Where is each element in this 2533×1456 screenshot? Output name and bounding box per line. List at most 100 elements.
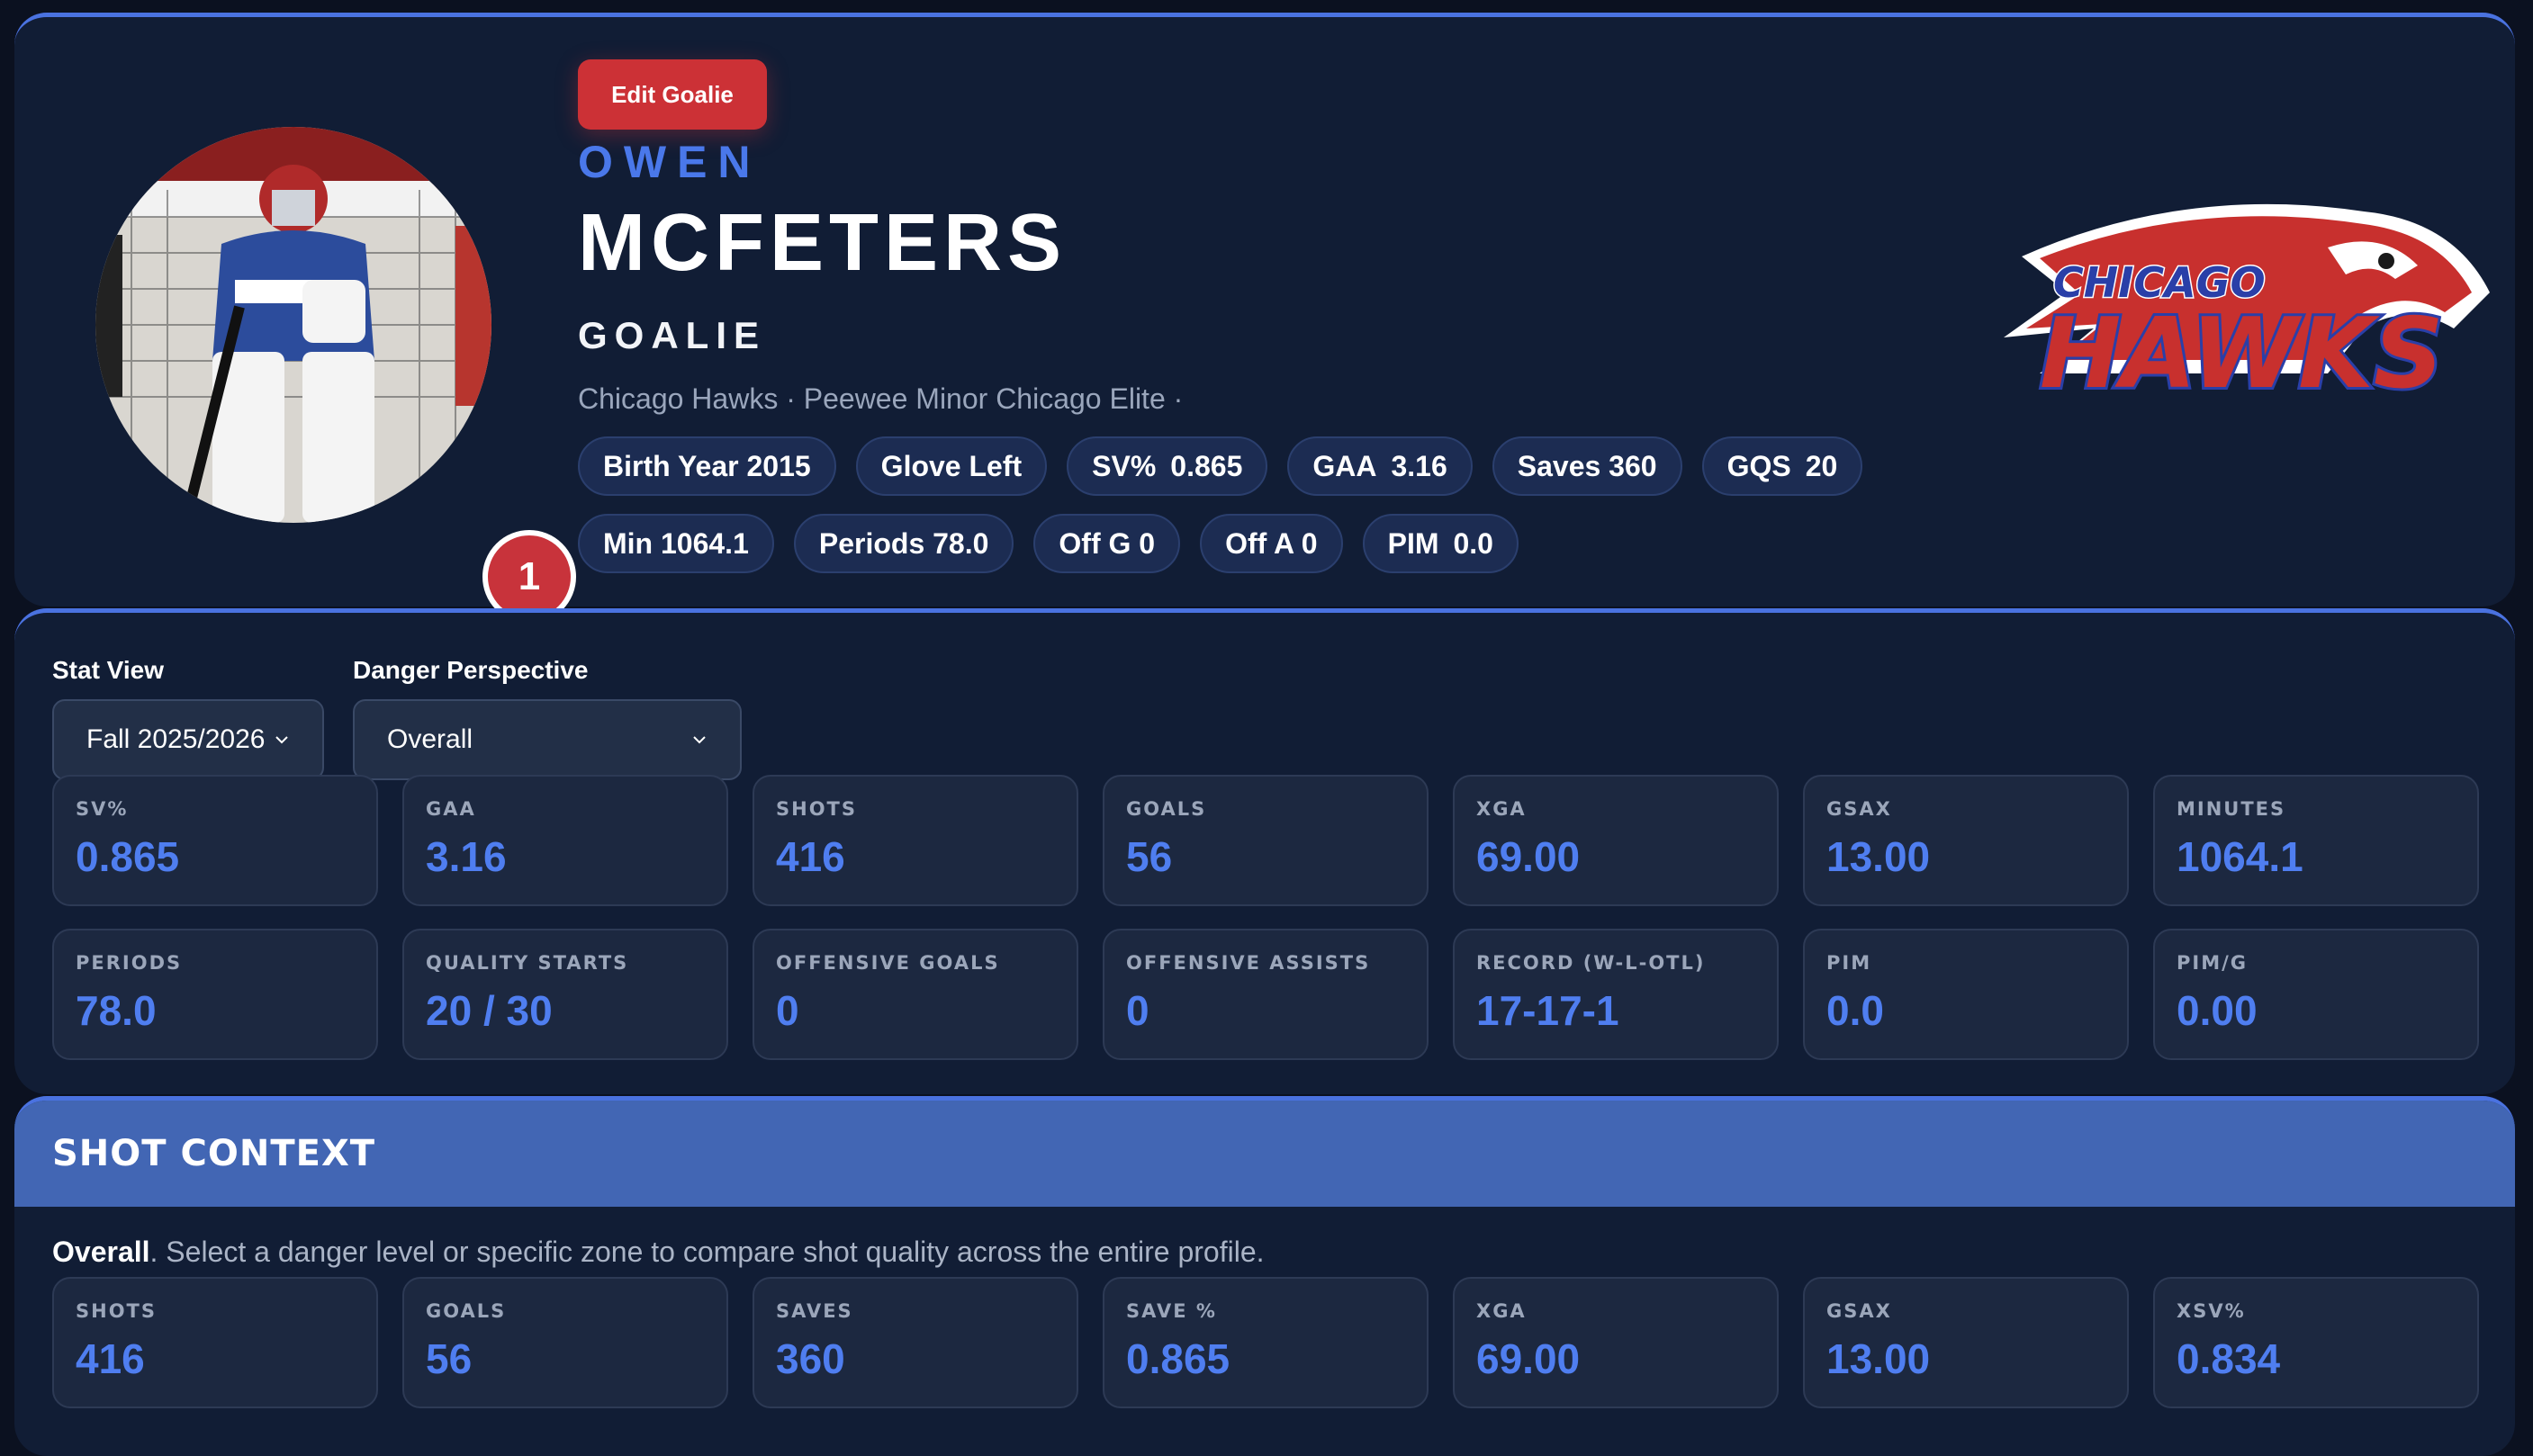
- stat-label: SAVES: [776, 1300, 853, 1322]
- stat-value: 416: [76, 1335, 145, 1382]
- stats-grid-row-1: SV% 0.865 GAA 3.16 SHOTS 416 GOALS 56 XGA 69.…: [52, 775, 2479, 906]
- shot-tile-xsv-pct: XSV% 0.834: [2153, 1277, 2479, 1408]
- danger-perspective-select[interactable]: Overall: [353, 699, 742, 780]
- pill-value: 0.0: [1453, 526, 1493, 560]
- stat-tile-gsax: GSAX 13.00: [1803, 775, 2129, 906]
- stats-card: Stat View Fall 2025/2026 Danger Perspect…: [14, 608, 2515, 1094]
- shot-tile-xga: XGA 69.00: [1453, 1277, 1779, 1408]
- pill-label: PIM: [1387, 526, 1439, 560]
- stat-label: PIM: [1826, 952, 1872, 974]
- pill-gqs: GQS 20: [1701, 436, 1863, 496]
- stat-tile-gaa: GAA 3.16: [402, 775, 728, 906]
- description-text: . Select a danger level or specific zone…: [149, 1236, 1265, 1268]
- shot-context-title: SHOT CONTEXT: [52, 1133, 376, 1174]
- shot-tile-gsax: GSAX 13.00: [1803, 1277, 2129, 1408]
- team-line: Chicago Hawks · Peewee Minor Chicago Eli…: [578, 382, 1184, 415]
- stat-value: 0.834: [2177, 1335, 2281, 1382]
- shot-tile-goals: GOALS 56: [402, 1277, 728, 1408]
- stat-label: QUALITY STARTS: [426, 952, 629, 974]
- pill-off-assists: Off A 0: [1200, 514, 1343, 573]
- pill-label: Off G 0: [1059, 526, 1156, 560]
- shot-tile-shots: SHOTS 416: [52, 1277, 378, 1408]
- stat-view-value: Fall 2025/2026: [86, 724, 266, 754]
- stat-label: GSAX: [1826, 1300, 1892, 1322]
- pill-value: 3.16: [1391, 449, 1447, 482]
- pill-minutes: Min 1064.1: [578, 514, 774, 573]
- stat-tile-record: RECORD (W-L-OTL) 17-17-1: [1453, 929, 1779, 1060]
- stat-value: 360: [776, 1335, 845, 1382]
- stat-value: 0: [1126, 987, 1149, 1034]
- stat-label: SV%: [76, 798, 129, 820]
- stat-value: 1064.1: [2177, 833, 2303, 880]
- stat-tile-pim-per-game: PIM/G 0.00: [2153, 929, 2479, 1060]
- position-label: GOALIE: [578, 314, 767, 356]
- stat-value: 69.00: [1476, 833, 1581, 880]
- pill-label: GAA: [1312, 449, 1377, 482]
- edit-goalie-button[interactable]: Edit Goalie: [578, 59, 767, 130]
- logo-text-bottom: HAWKS: [2040, 298, 2444, 410]
- pill-value: 20: [1805, 449, 1838, 482]
- stat-value: 0: [776, 987, 799, 1034]
- goalie-profile-card: 1 Edit Goalie OWEN MCFETERS GOALIE Chica…: [14, 13, 2515, 624]
- chevron-down-icon: [693, 736, 706, 744]
- stat-label: SHOTS: [776, 798, 858, 820]
- last-name: MCFETERS: [578, 198, 1067, 288]
- stat-tile-pim: PIM 0.0: [1803, 929, 2129, 1060]
- stat-label: OFFENSIVE GOALS: [776, 952, 1000, 974]
- stat-value: 0.865: [76, 833, 180, 880]
- pill-off-goals: Off G 0: [1033, 514, 1181, 573]
- pill-label: Off A 0: [1225, 526, 1318, 560]
- stats-grid-row-2: PERIODS 78.0 QUALITY STARTS 20 / 30 OFFENS…: [52, 929, 2479, 1060]
- goalie-avatar-wrap: 1: [86, 118, 576, 624]
- stat-value: 416: [776, 833, 845, 880]
- chevron-down-icon: [275, 736, 288, 744]
- stat-value: 78.0: [76, 987, 157, 1034]
- pill-label: Birth Year 2015: [603, 449, 811, 482]
- team-logo: CHICAGO HAWKS: [1986, 193, 2499, 454]
- stat-label: RECORD (W-L-OTL): [1476, 952, 1706, 974]
- stat-label: GAA: [426, 798, 476, 820]
- shot-context-card: SHOT CONTEXT Overall. Select a danger le…: [14, 1096, 2515, 1456]
- pill-label: Saves 360: [1517, 449, 1657, 482]
- stat-value: 13.00: [1826, 1335, 1931, 1382]
- pill-row-1: Birth Year 2015 Glove Left SV% 0.865 GAA 3…: [578, 436, 1863, 496]
- stat-tile-goals: GOALS 56: [1103, 775, 1429, 906]
- danger-perspective-value: Overall: [387, 724, 473, 754]
- stat-view-select[interactable]: Fall 2025/2026: [52, 699, 324, 780]
- stat-value: 56: [1126, 833, 1173, 880]
- stat-label: GOALS: [1126, 798, 1207, 820]
- stat-value: 20 / 30: [426, 987, 553, 1034]
- pill-row-2: Min 1064.1 Periods 78.0 Off G 0 Off A 0 …: [578, 514, 1519, 573]
- stat-tile-minutes: MINUTES 1064.1: [2153, 775, 2479, 906]
- stat-label: XSV%: [2177, 1300, 2246, 1322]
- stat-label: XGA: [1476, 798, 1527, 820]
- pill-sv-pct: SV% 0.865: [1067, 436, 1268, 496]
- stat-view-label: Stat View: [52, 656, 164, 684]
- stat-label: GSAX: [1826, 798, 1892, 820]
- pill-gaa: GAA 3.16: [1287, 436, 1473, 496]
- avatar: [95, 127, 491, 523]
- stat-label: SAVE %: [1126, 1300, 1217, 1322]
- stat-tile-shots: SHOTS 416: [753, 775, 1078, 906]
- shot-context-grid: SHOTS 416 GOALS 56 SAVES 360 SAVE % 0.865 XG…: [52, 1277, 2479, 1408]
- pill-pim: PIM 0.0: [1362, 514, 1519, 573]
- pill-label: Glove Left: [880, 449, 1023, 482]
- pill-birth-year: Birth Year 2015: [578, 436, 836, 496]
- stat-value: 0.865: [1126, 1335, 1230, 1382]
- stat-value: 0.00: [2177, 987, 2258, 1034]
- stat-label: MINUTES: [2177, 798, 2286, 820]
- danger-perspective-label: Danger Perspective: [353, 656, 589, 684]
- stat-value: 69.00: [1476, 1335, 1581, 1382]
- pill-label: SV%: [1092, 449, 1157, 482]
- pill-glove: Glove Left: [855, 436, 1048, 496]
- stat-label: PIM/G: [2177, 952, 2249, 974]
- stat-value: 17-17-1: [1476, 987, 1619, 1034]
- stat-value: 56: [426, 1335, 473, 1382]
- pill-saves: Saves 360: [1492, 436, 1682, 496]
- stat-label: SHOTS: [76, 1300, 158, 1322]
- stat-value: 13.00: [1826, 833, 1931, 880]
- pill-label: GQS: [1726, 449, 1791, 482]
- pill-label: Periods 78.0: [818, 526, 989, 560]
- pill-label: Min 1064.1: [603, 526, 749, 560]
- shot-tile-save-pct: SAVE % 0.865: [1103, 1277, 1429, 1408]
